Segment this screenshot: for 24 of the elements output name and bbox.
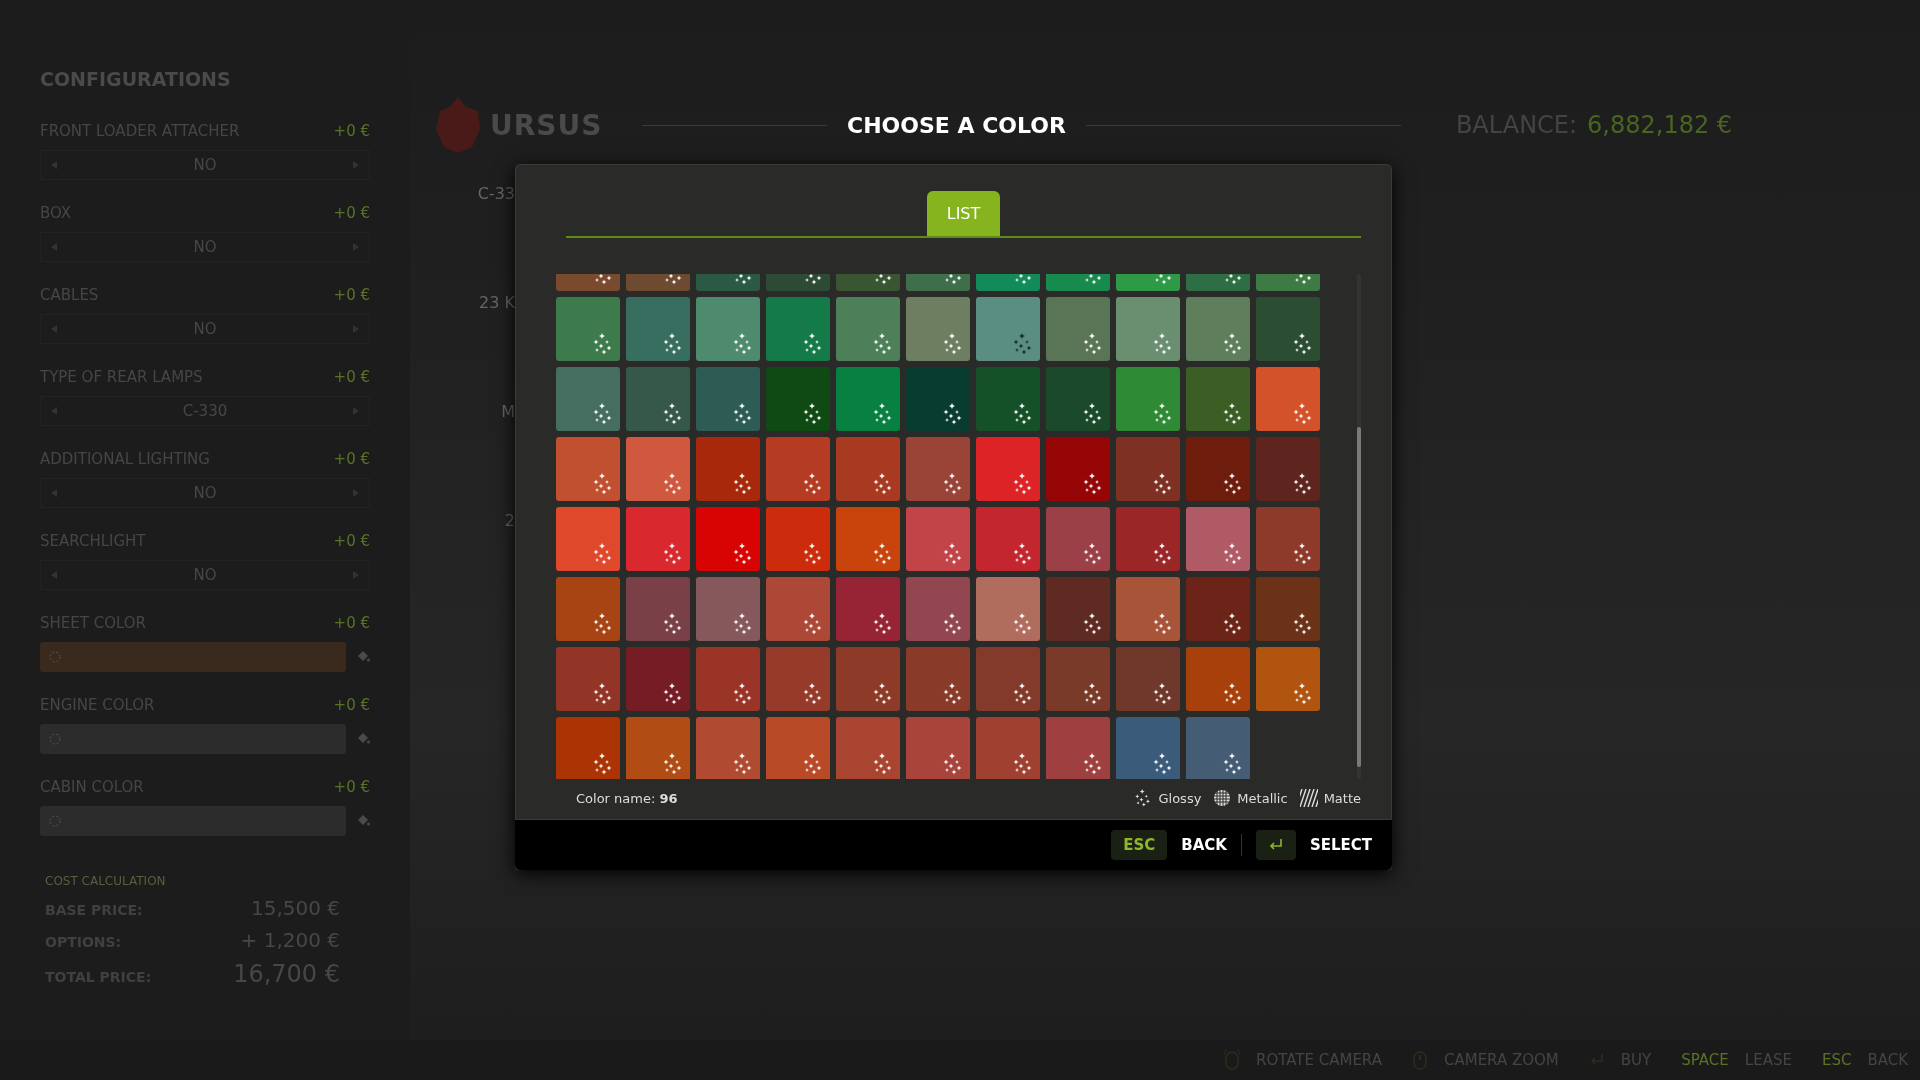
- cost-title: COST CALCULATION: [45, 874, 167, 888]
- action-button[interactable]: BACK: [1181, 836, 1227, 854]
- option-price: +0 €: [333, 778, 370, 796]
- legend-label: Matte: [1323, 790, 1361, 806]
- key-label: ESC: [1821, 1051, 1852, 1069]
- option-price: +0 €: [333, 368, 370, 386]
- key-badge: ESC: [1111, 830, 1168, 860]
- info-text: M: [501, 402, 515, 421]
- option-price: +0 €: [333, 122, 370, 140]
- option-price: +0 €: [333, 532, 370, 550]
- legend-label: Glossy: [1158, 790, 1202, 806]
- option-price: +0 €: [333, 286, 370, 304]
- info-text: C-33: [477, 184, 515, 203]
- option-price: +0 €: [333, 696, 370, 714]
- dialog-title: CHOOSE A COLOR: [847, 112, 1066, 138]
- legend-label: Metallic: [1237, 790, 1288, 806]
- option-price: +0 €: [333, 204, 370, 222]
- option-price: +0 €: [333, 614, 370, 632]
- list-tab[interactable]: LIST: [926, 191, 1001, 236]
- option-price: +0 €: [333, 450, 370, 468]
- action-button[interactable]: SELECT: [1309, 836, 1372, 854]
- key-label: SPACE: [1681, 1051, 1729, 1069]
- balance-value: 6,882,182 €: [1587, 111, 1733, 139]
- color-name: Color name: 96: [576, 790, 679, 806]
